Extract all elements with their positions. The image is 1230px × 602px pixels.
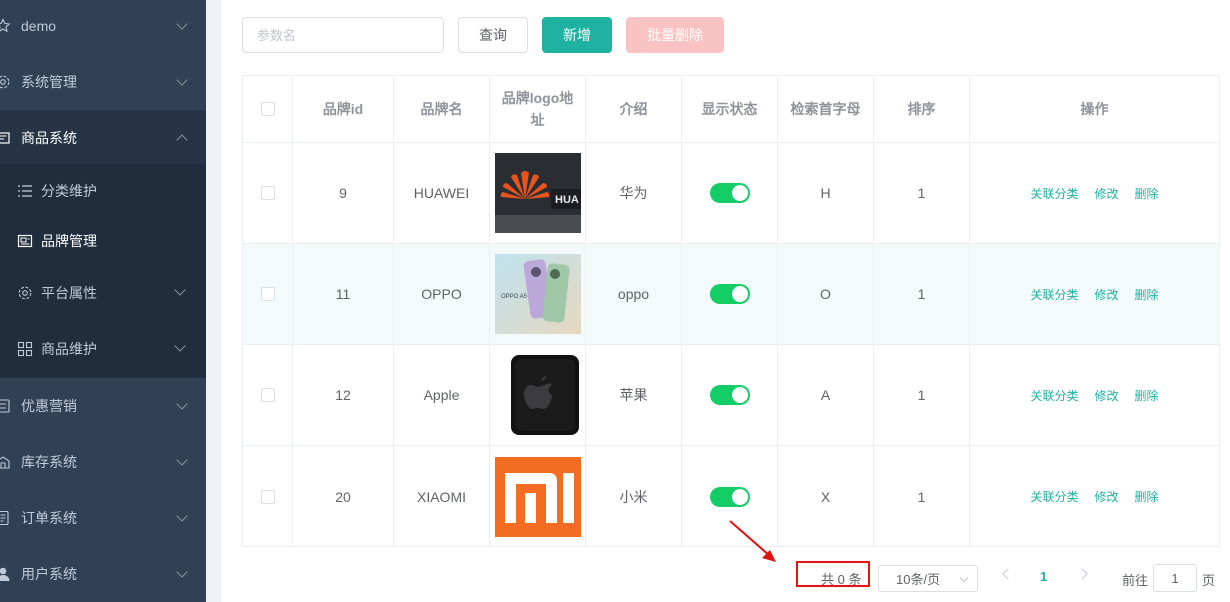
goto-page-input[interactable]: [1153, 564, 1197, 592]
goto-suffix: 页: [1202, 573, 1216, 588]
annotation-arrow-icon: [729, 520, 776, 562]
chevron-down-icon: [959, 573, 969, 583]
page-size-value: 10条/页: [896, 572, 941, 587]
page-number-current[interactable]: 1: [1040, 569, 1047, 584]
annotation-highlight-box: [796, 561, 870, 587]
page-size-select[interactable]: 10条/页: [878, 565, 978, 592]
app-root: demo 系统管理 商品系统 分类维护 品牌管理 平台属性 商品维护 优惠营销 …: [0, 0, 1230, 602]
goto-prefix: 前往: [1122, 573, 1149, 588]
